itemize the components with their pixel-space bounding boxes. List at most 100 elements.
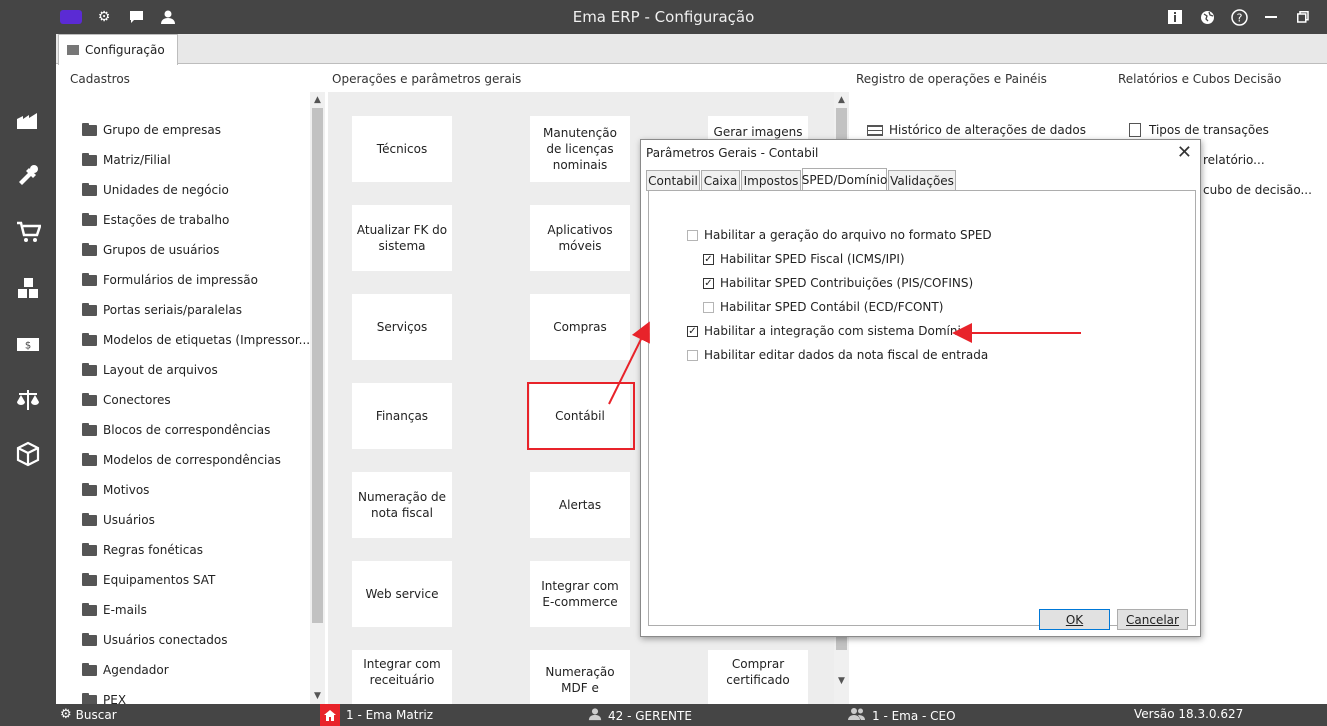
cadastro-item[interactable]: Matriz/Filial (82, 150, 171, 170)
cadastro-item[interactable]: Conectores (82, 390, 171, 410)
tile-comprar-certificado[interactable]: Comprar certificado (708, 650, 808, 704)
cadastro-item[interactable]: E-mails (82, 600, 147, 620)
tools-icon[interactable] (14, 161, 42, 189)
checkbox[interactable]: ✓ (687, 325, 698, 337)
cadastro-label: Usuários (103, 513, 155, 527)
buscar-button[interactable]: ⚙ Buscar (60, 707, 117, 722)
tile-numeracao-nf[interactable]: Numeração de nota fiscal (352, 472, 452, 538)
tile-atualizar-fk[interactable]: Atualizar FK do sistema (352, 205, 452, 271)
scroll-up-icon[interactable]: ▲ (834, 93, 849, 107)
tile-web-service[interactable]: Web service (352, 561, 452, 627)
cadastro-item[interactable]: Layout de arquivos (82, 360, 218, 380)
cubo-link[interactable]: cubo de decisão... (1203, 180, 1312, 200)
tab-sped-dominio[interactable]: SPED/Domínio (802, 168, 887, 191)
scale-icon[interactable] (14, 386, 42, 414)
dialog-title: Parâmetros Gerais - Contabil (646, 146, 819, 160)
scroll-down-icon[interactable]: ▼ (310, 689, 325, 703)
cadastro-item[interactable]: Grupos de usuários (82, 240, 219, 260)
help-icon[interactable]: ? (1230, 8, 1248, 26)
scroll-thumb[interactable] (312, 108, 323, 623)
folder-icon (82, 602, 97, 616)
tipos-transacoes-link[interactable]: Tipos de transações (1129, 120, 1269, 140)
cadastro-item[interactable]: Modelos de correspondências (82, 450, 281, 470)
checkbox[interactable] (703, 301, 714, 313)
cadastro-item[interactable]: Usuários (82, 510, 155, 530)
cadastro-item[interactable]: Usuários conectados (82, 630, 227, 650)
cadastro-label: Grupos de usuários (103, 243, 220, 257)
option-label: Habilitar a integração com sistema Domín… (704, 324, 969, 338)
tab-contabil[interactable]: Contabil (646, 170, 700, 191)
option-row[interactable]: ✓ Habilitar SPED Contribuições (PIS/COFIN… (703, 274, 973, 292)
tile-integrar-ecommerce[interactable]: Integrar com E-commerce (530, 561, 630, 627)
cadastro-item[interactable]: Blocos de correspondências (82, 420, 270, 440)
tab-validacoes[interactable]: Validações (888, 170, 956, 191)
matriz-status[interactable]: 1 - Ema Matriz (320, 704, 433, 726)
option-row[interactable]: Habilitar SPED Contábil (ECD/FCONT) (703, 298, 943, 316)
tile-financas[interactable]: Finanças (352, 383, 452, 449)
cadastro-item[interactable]: Regras fonéticas (82, 540, 203, 560)
tab-caixa[interactable]: Caixa (701, 170, 740, 191)
restore-icon[interactable] (1294, 8, 1312, 26)
box-icon[interactable] (14, 440, 42, 468)
cadastro-item[interactable]: Portas seriais/paralelas (82, 300, 242, 320)
cadastro-item[interactable]: Modelos de etiquetas (Impressor... (82, 330, 310, 350)
checkbox[interactable]: ✓ (703, 277, 714, 289)
tab-label: Configuração (85, 43, 165, 57)
tab-configuracao[interactable]: Configuração (58, 34, 178, 65)
scroll-down-icon[interactable]: ▼ (834, 674, 849, 688)
tile-integrar-receituario[interactable]: Integrar com receituário (352, 650, 452, 704)
scroll-up-icon[interactable]: ▲ (310, 93, 325, 107)
cadastro-item[interactable]: PEX (82, 690, 126, 704)
checkbox[interactable] (687, 229, 698, 241)
header-cadastros: Cadastros (70, 72, 130, 86)
cadastro-item[interactable]: Formulários de impressão (82, 270, 258, 290)
cadastro-item[interactable]: Equipamentos SAT (82, 570, 215, 590)
option-row[interactable]: ✓ Habilitar a integração com sistema Domí… (687, 322, 968, 340)
cadastro-item[interactable]: Estações de trabalho (82, 210, 229, 230)
dashboard-icon[interactable] (14, 104, 42, 132)
cadastro-label: Estações de trabalho (103, 213, 230, 227)
status-bar: ⚙ Buscar 1 - Ema Matriz 42 - GERENTE 1 -… (56, 704, 1327, 726)
cadastro-item[interactable]: Unidades de negócio (82, 180, 229, 200)
gerente-status[interactable]: 42 - GERENTE (588, 707, 692, 724)
cadastro-label: Layout de arquivos (103, 363, 218, 377)
cadastro-label: Unidades de negócio (103, 183, 229, 197)
cadastro-item[interactable]: Motivos (82, 480, 149, 500)
ok-button[interactable]: OK (1039, 609, 1110, 630)
tipos-label: Tipos de transações (1149, 123, 1269, 137)
tile-aplicativos-moveis[interactable]: Aplicativos móveis (530, 205, 630, 271)
folder-icon (82, 482, 97, 496)
ceo-status[interactable]: 1 - Ema - CEO (848, 707, 956, 724)
cancel-button[interactable]: Cancelar (1117, 609, 1188, 630)
folder-icon (82, 242, 97, 256)
cadastro-label: Usuários conectados (103, 633, 228, 647)
globe-icon[interactable] (1198, 8, 1216, 26)
cadastros-scrollbar[interactable]: ▲ ▼ (310, 92, 325, 704)
header-operacoes: Operações e parâmetros gerais (332, 72, 522, 86)
tab-impostos[interactable]: Impostos (741, 170, 801, 191)
tile-tecnicos[interactable]: Técnicos (352, 116, 452, 182)
checkbox[interactable]: ✓ (703, 253, 714, 265)
historico-link[interactable]: Histórico de alterações de dados (867, 120, 1086, 140)
minimize-icon[interactable] (1262, 8, 1280, 26)
tile-numeracao-mdf[interactable]: Numeração MDF e (530, 650, 630, 704)
cadastro-item[interactable]: Agendador (82, 660, 169, 680)
close-icon[interactable]: ✕ (1177, 142, 1192, 163)
tile-alertas[interactable]: Alertas (530, 472, 630, 538)
checkbox[interactable] (687, 349, 698, 361)
relatorio-link[interactable]: relatório... (1203, 150, 1265, 170)
option-row[interactable]: Habilitar editar dados da nota fiscal de… (687, 346, 988, 364)
info-icon[interactable] (1166, 8, 1184, 26)
cart-icon[interactable] (14, 218, 42, 246)
tile-compras[interactable]: Compras (530, 294, 630, 360)
option-row[interactable]: Habilitar a geração do arquivo no format… (687, 226, 992, 244)
inventory-icon[interactable] (14, 274, 42, 302)
cadastro-item[interactable]: Grupo de empresas (82, 120, 221, 140)
cadastro-label: Matriz/Filial (103, 153, 171, 167)
finance-icon[interactable]: $ (14, 330, 42, 358)
tile-manutencao-licencas[interactable]: Manutenção de licenças nominais (530, 116, 630, 182)
cadastro-label: E-mails (103, 603, 147, 617)
option-row[interactable]: ✓ Habilitar SPED Fiscal (ICMS/IPI) (703, 250, 905, 268)
parametros-dialog: Parâmetros Gerais - Contabil ✕ Contabil … (640, 139, 1201, 637)
tile-servicos[interactable]: Serviços (352, 294, 452, 360)
